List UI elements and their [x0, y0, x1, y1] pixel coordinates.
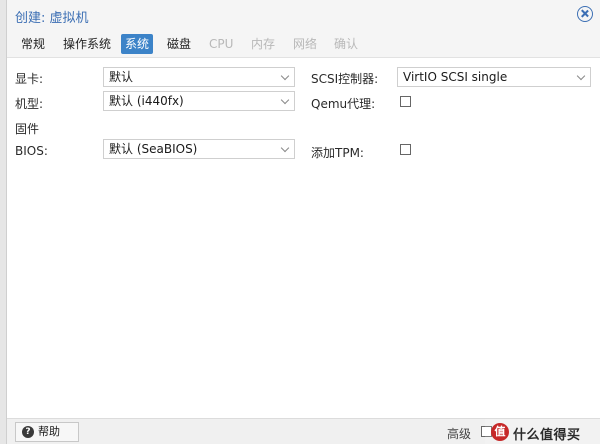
- chevron-down-icon: [280, 143, 290, 153]
- qemu-agent-checkbox[interactable]: [400, 96, 411, 107]
- tpm-checkbox[interactable]: [400, 144, 411, 155]
- wizard-tabs: 常规 操作系统 系统 磁盘 CPU 内存 网络 确认: [7, 30, 600, 58]
- tpm-label: 添加TPM:: [311, 146, 364, 160]
- help-button[interactable]: ? 帮助: [15, 422, 79, 442]
- graphics-select[interactable]: 默认: [103, 67, 295, 87]
- help-label: 帮助: [38, 425, 60, 438]
- tab-network: 网络: [293, 37, 318, 51]
- watermark-text: 什么值得买: [513, 428, 581, 443]
- chevron-down-icon: [280, 71, 290, 81]
- advanced-label: 高级: [447, 427, 472, 441]
- machine-label: 机型:: [15, 97, 44, 111]
- machine-select[interactable]: 默认 (i440fx): [103, 91, 295, 111]
- qemu-agent-label: Qemu代理:: [311, 97, 376, 111]
- bios-label: BIOS:: [15, 144, 48, 158]
- scsi-value: VirtIO SCSI single: [403, 70, 508, 84]
- firmware-section-label: 固件: [15, 122, 40, 136]
- dialog-title: 创建: 虚拟机: [15, 11, 89, 26]
- chevron-down-icon: [280, 95, 290, 105]
- graphics-value: 默认: [109, 70, 134, 84]
- watermark: 值 什么值得买: [485, 419, 600, 444]
- tab-os[interactable]: 操作系统: [59, 34, 115, 54]
- graphics-label: 显卡:: [15, 72, 44, 86]
- tab-memory: 内存: [251, 37, 276, 51]
- tab-disks[interactable]: 磁盘: [163, 34, 195, 54]
- chevron-down-icon: [576, 71, 586, 81]
- question-icon: ?: [22, 426, 34, 438]
- create-vm-dialog: 创建: 虚拟机 常规 操作系统 系统 磁盘 CPU 内存 网络 确认 显卡: 默…: [6, 0, 600, 444]
- tab-general[interactable]: 常规: [17, 34, 49, 54]
- dialog-footer: ? 帮助 高级 值 什么值得买: [7, 418, 600, 444]
- scsi-label: SCSI控制器:: [311, 72, 379, 86]
- tab-system[interactable]: 系统: [121, 34, 154, 54]
- scsi-select[interactable]: VirtIO SCSI single: [397, 67, 591, 87]
- tab-confirm: 确认: [334, 37, 359, 51]
- tab-cpu: CPU: [209, 37, 234, 51]
- system-form: 显卡: 默认 机型: 默认 (i440fx) 固件 BIOS: 默认 (SeaB…: [7, 58, 600, 418]
- machine-value: 默认 (i440fx): [109, 94, 184, 108]
- dialog-titlebar: 创建: 虚拟机: [7, 0, 600, 30]
- bios-value: 默认 (SeaBIOS): [109, 142, 198, 156]
- bios-select[interactable]: 默认 (SeaBIOS): [103, 139, 295, 159]
- watermark-logo-icon: 值: [491, 423, 509, 441]
- close-icon[interactable]: [577, 6, 593, 22]
